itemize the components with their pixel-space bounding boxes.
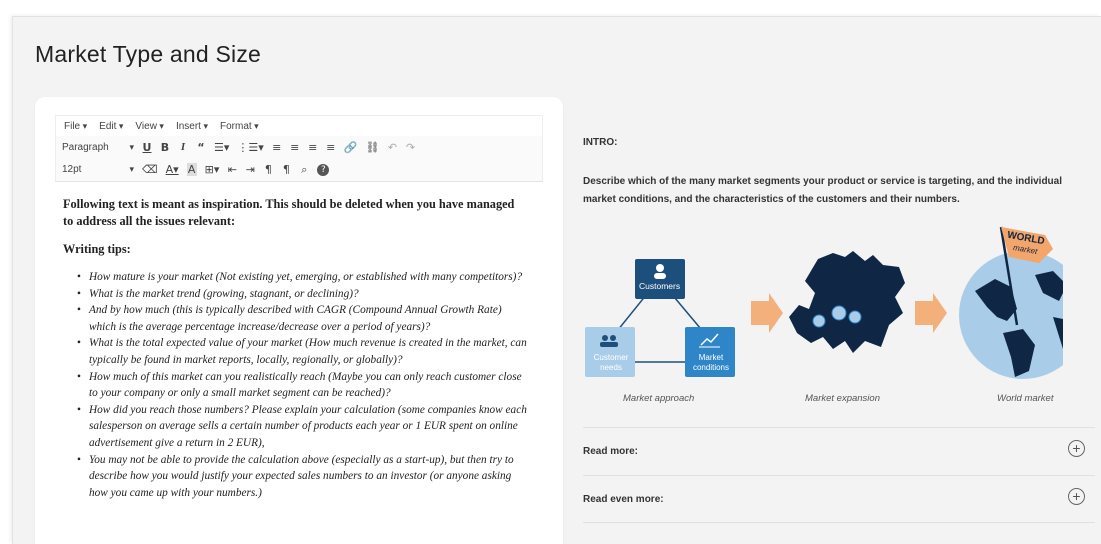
europe-map-shape — [789, 251, 905, 353]
caption-market-approach: Market approach — [623, 393, 695, 404]
intro-panel: INTRO: Describe which of the many market… — [583, 97, 1099, 544]
blockquote-icon[interactable]: “ — [196, 141, 206, 154]
highlight-color-icon[interactable]: A — [186, 163, 197, 176]
caption-market-expansion: Market expansion — [805, 393, 880, 404]
list-item: How mature is your market (Not existing … — [77, 269, 529, 286]
market-graphic-svg — [585, 226, 1087, 379]
intro-heading: INTRO: — [583, 137, 618, 148]
menu-file[interactable]: File — [64, 121, 87, 132]
bold-icon[interactable]: B — [160, 141, 170, 154]
arrow-shape-2 — [915, 293, 947, 333]
customer-needs-label: Customer needs — [593, 353, 629, 372]
market-conditions-label: Market conditions — [692, 353, 730, 372]
menu-view[interactable]: View — [135, 121, 164, 132]
page-title: Market Type and Size — [35, 41, 262, 67]
expand-plus-icon[interactable]: + — [1068, 440, 1085, 457]
list-item: How did you reach those numbers? Please … — [77, 402, 529, 452]
ltr-icon[interactable]: ¶ — [263, 163, 273, 176]
align-justify-icon[interactable]: ≡ — [272, 141, 282, 154]
align-left-icon[interactable]: ≡ — [290, 141, 300, 154]
block-format-value: Paragraph — [62, 141, 109, 153]
redo-icon[interactable]: ↷ — [405, 141, 415, 154]
numbered-list-icon[interactable]: ⋮☰▾ — [237, 141, 263, 154]
rtl-icon[interactable]: ¶ — [281, 163, 291, 176]
editor-content[interactable]: Following text is meant as inspiration. … — [55, 182, 543, 501]
align-right-icon[interactable]: ≡ — [326, 141, 336, 154]
link-icon[interactable]: 🔗 — [344, 141, 358, 154]
tips-list: How mature is your market (Not existing … — [63, 269, 535, 501]
list-item: And by how much (this is typically descr… — [77, 302, 529, 335]
text-color-icon[interactable]: A▾ — [166, 163, 179, 176]
unlink-icon[interactable]: ⛓ — [365, 141, 379, 154]
bullet-list-icon[interactable]: ☰▾ — [214, 141, 229, 154]
rich-text-editor: File Edit View Insert Format Paragraph▾ … — [55, 115, 543, 544]
font-size-select[interactable]: 12pt ▾ — [62, 164, 134, 175]
accordion-label: Read even more: — [583, 494, 664, 505]
tips-heading: Writing tips: — [63, 242, 131, 256]
block-format-select[interactable]: Paragraph ▾ — [62, 142, 134, 153]
eraser-icon[interactable]: ⌫ — [142, 163, 158, 176]
market-graphic: Customers Customer needs Market conditio… — [583, 221, 1087, 411]
menu-format[interactable]: Format — [220, 121, 259, 132]
intro-paragraph: Following text is meant as inspiration. … — [63, 197, 515, 228]
list-item: What is the market trend (growing, stagn… — [77, 286, 529, 303]
intro-text: Describe which of the many market segmen… — [583, 176, 1063, 205]
undo-icon[interactable]: ↶ — [387, 141, 397, 154]
editor-menubar: File Edit View Insert Format — [55, 115, 543, 136]
underline-icon[interactable]: U — [142, 141, 152, 154]
page-container: Market Type and Size File Edit View Inse… — [12, 16, 1101, 544]
align-center-icon[interactable]: ≡ — [308, 141, 318, 154]
menu-insert[interactable]: Insert — [176, 121, 208, 132]
indent-icon[interactable]: ⇥ — [245, 163, 255, 176]
list-item: You may not be able to provide the calcu… — [77, 452, 529, 502]
table-icon[interactable]: ⊞▾ — [205, 163, 220, 176]
editor-toolbar-row-1: Paragraph ▾ U B I “ ☰▾ ⋮☰▾ ≡ ≡ ≡ ≡ 🔗 ⛓ ↶ … — [55, 136, 543, 158]
expand-plus-icon[interactable]: + — [1068, 488, 1085, 505]
customers-node-label: Customers — [639, 281, 681, 291]
find-icon[interactable]: ⌕ — [299, 163, 309, 177]
arrow-shape-1 — [751, 293, 783, 333]
caption-world-market: World market — [997, 393, 1054, 404]
list-item: What is the total expected value of your… — [77, 335, 529, 368]
editor-card: File Edit View Insert Format Paragraph▾ … — [35, 97, 563, 544]
outdent-icon[interactable]: ⇤ — [227, 163, 237, 176]
help-icon[interactable]: ? — [317, 163, 330, 176]
menu-edit[interactable]: Edit — [99, 121, 123, 132]
font-size-value: 12pt — [62, 164, 82, 175]
editor-toolbar-row-2: 12pt ▾ ⌫ A▾ A ⊞▾ ⇤ ⇥ ¶ ¶ ⌕ ? — [55, 158, 543, 182]
italic-icon[interactable]: I — [178, 141, 188, 153]
list-item: How much of this market can you realisti… — [77, 369, 529, 402]
accordion-read-even-more[interactable]: Read even more: + — [583, 475, 1095, 523]
accordion-label: Read more: — [583, 446, 639, 457]
accordion-read-more[interactable]: Read more: + — [583, 427, 1095, 475]
